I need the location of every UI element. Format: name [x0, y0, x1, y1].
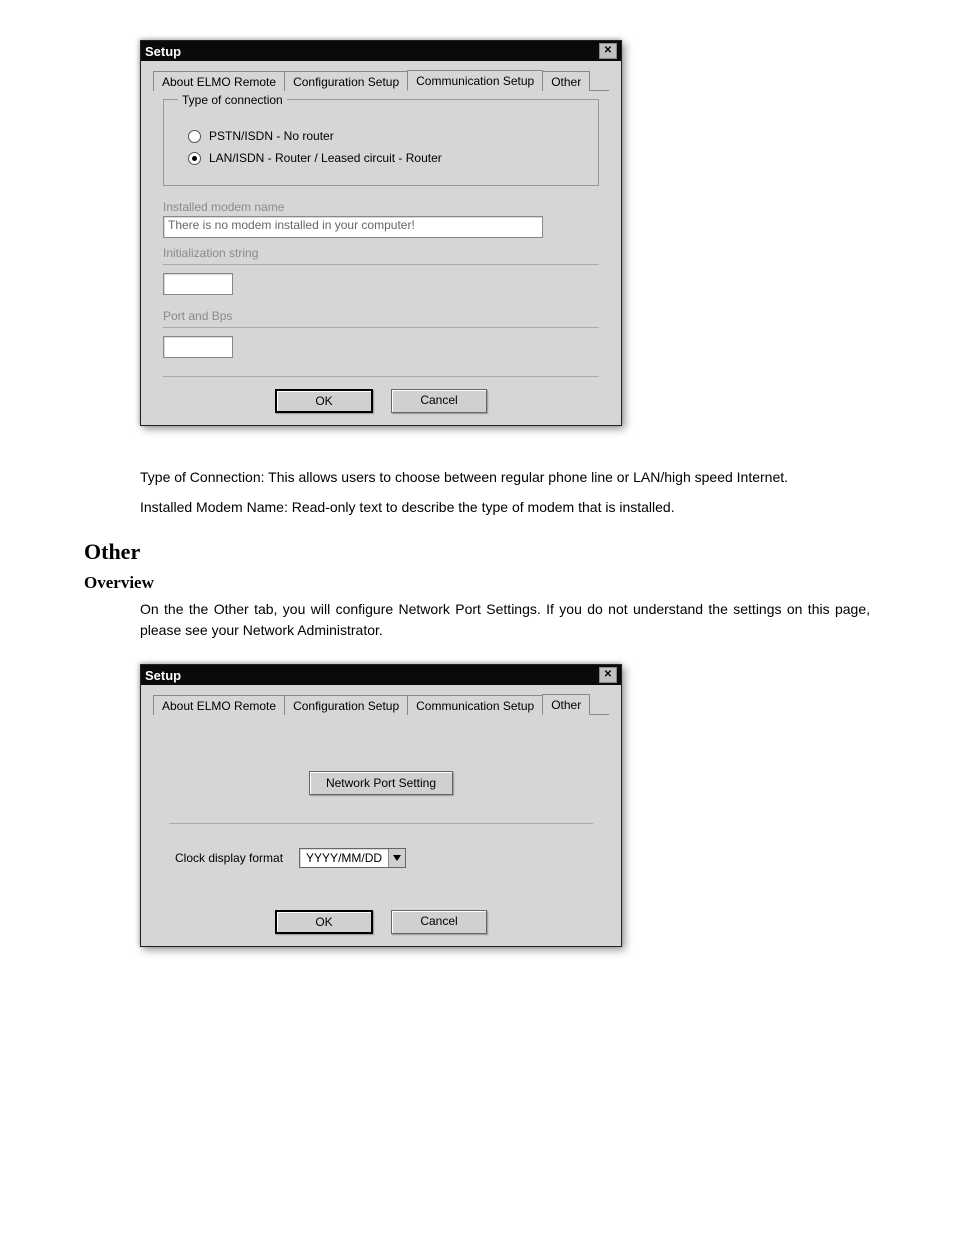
port-bps-label: Port and Bps: [163, 309, 599, 323]
tab-strip: About ELMO Remote Configuration Setup Co…: [153, 693, 609, 715]
clock-format-select[interactable]: YYYY/MM/DD: [299, 848, 406, 868]
radio-icon: [188, 152, 201, 165]
port-bps-field[interactable]: [163, 336, 233, 358]
separator: [163, 327, 599, 328]
other-tab-content: Network Port Setting Clock display forma…: [153, 723, 609, 898]
installed-modem-field: There is no modem installed in your comp…: [163, 216, 543, 238]
cancel-button[interactable]: Cancel: [391, 910, 487, 934]
window-title: Setup: [145, 44, 181, 59]
clock-display-row: Clock display format YYYY/MM/DD: [175, 848, 593, 868]
clock-display-label: Clock display format: [175, 851, 283, 865]
separator: [163, 264, 599, 265]
tab-strip: About ELMO Remote Configuration Setup Co…: [153, 69, 609, 91]
description-block: Type of Connection: This allows users to…: [140, 466, 870, 519]
network-port-setting-button[interactable]: Network Port Setting: [309, 771, 453, 795]
close-icon[interactable]: ✕: [599, 667, 617, 683]
installed-modem-label: Installed modem name: [163, 200, 599, 214]
cancel-button[interactable]: Cancel: [391, 389, 487, 413]
tab-about[interactable]: About ELMO Remote: [153, 71, 285, 91]
group-legend: Type of connection: [178, 93, 287, 107]
radio-label-lan: LAN/ISDN - Router / Leased circuit - Rou…: [209, 151, 442, 165]
close-icon[interactable]: ✕: [599, 43, 617, 59]
separator: [169, 823, 593, 824]
setup-dialog-other: Setup ✕ About ELMO Remote Configuration …: [140, 664, 622, 947]
ok-button[interactable]: OK: [275, 910, 373, 934]
overview-text: On the the Other tab, you will configure…: [140, 599, 870, 642]
setup-dialog-communication: Setup ✕ About ELMO Remote Configuration …: [140, 40, 622, 426]
dialog-body: About ELMO Remote Configuration Setup Co…: [141, 685, 621, 946]
separator: [163, 376, 599, 377]
init-string-label: Initialization string: [163, 246, 599, 260]
desc-type-of-connection: Type of Connection: This allows users to…: [140, 466, 870, 488]
chevron-down-icon: [388, 849, 405, 867]
radio-label-pstn: PSTN/ISDN - No router: [209, 129, 334, 143]
tab-communication[interactable]: Communication Setup: [407, 70, 543, 91]
tab-about[interactable]: About ELMO Remote: [153, 695, 285, 715]
tab-other[interactable]: Other: [542, 694, 590, 715]
clock-format-value: YYYY/MM/DD: [300, 851, 388, 865]
button-row: OK Cancel: [153, 389, 609, 413]
tab-other[interactable]: Other: [542, 71, 590, 91]
button-row: OK Cancel: [153, 910, 609, 934]
dialog-body: About ELMO Remote Configuration Setup Co…: [141, 61, 621, 425]
tab-communication[interactable]: Communication Setup: [407, 695, 543, 715]
ok-button[interactable]: OK: [275, 389, 373, 413]
type-of-connection-group: Type of connection PSTN/ISDN - No router…: [163, 99, 599, 186]
desc-installed-modem: Installed Modem Name: Read-only text to …: [140, 496, 870, 518]
title-bar: Setup ✕: [141, 665, 621, 685]
radio-icon: [188, 130, 201, 143]
radio-pstn[interactable]: PSTN/ISDN - No router: [188, 129, 584, 143]
init-string-field[interactable]: [163, 273, 233, 295]
title-bar: Setup ✕: [141, 41, 621, 61]
tab-configuration[interactable]: Configuration Setup: [284, 71, 408, 91]
radio-lan[interactable]: LAN/ISDN - Router / Leased circuit - Rou…: [188, 151, 584, 165]
window-title: Setup: [145, 668, 181, 683]
tab-configuration[interactable]: Configuration Setup: [284, 695, 408, 715]
heading-other: Other: [84, 539, 870, 565]
subheading-overview: Overview: [84, 573, 870, 593]
